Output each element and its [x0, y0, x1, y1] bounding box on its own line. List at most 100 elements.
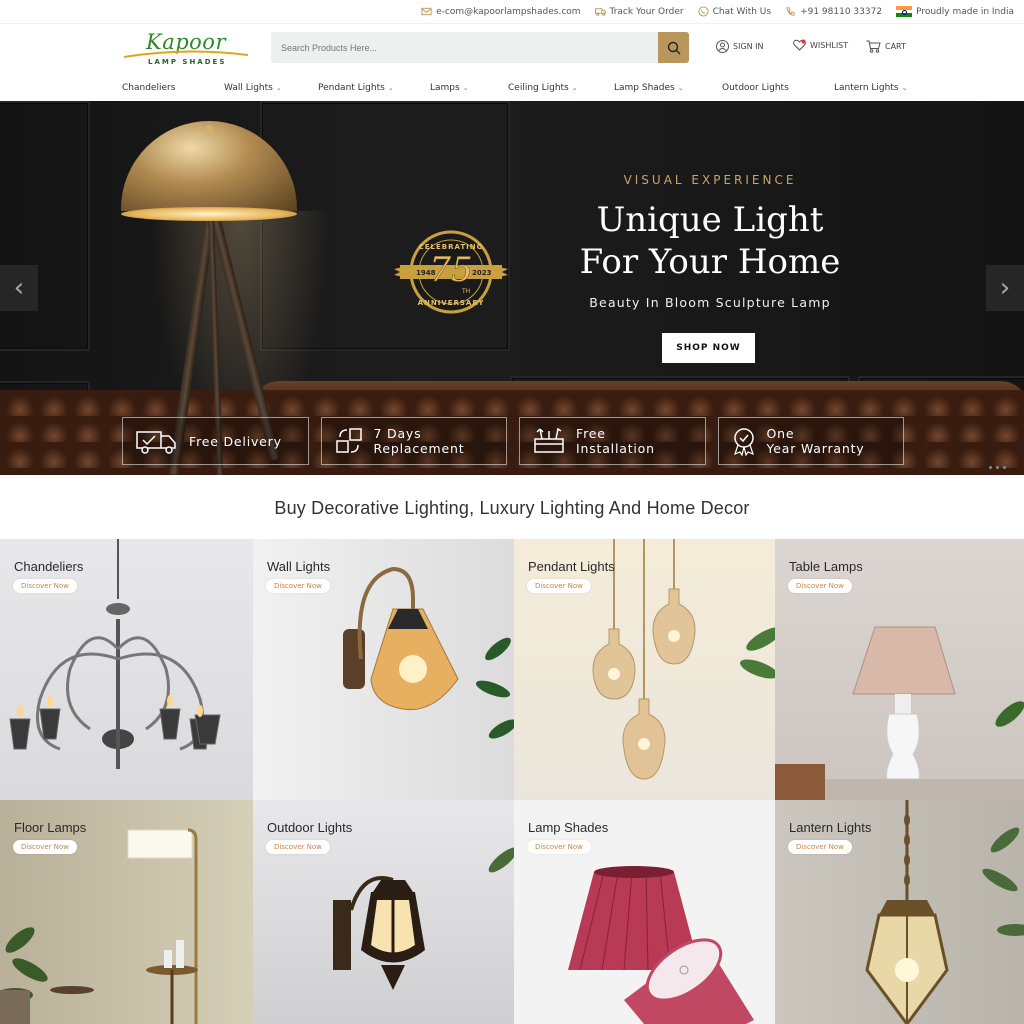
brand-logo[interactable]: Kapoor LAMP SHADES: [122, 30, 250, 68]
category-name: Floor Lamps: [14, 820, 87, 835]
email-link[interactable]: e-com@kapoorlampshades.com: [421, 6, 581, 17]
nav-item-chandeliers[interactable]: Chandeliers: [122, 83, 175, 93]
badge-suffix: TH: [461, 288, 470, 295]
search-button[interactable]: [658, 32, 689, 63]
signin-label: SIGN IN: [733, 42, 764, 51]
truck-small-icon: [594, 8, 606, 16]
hero-title: Unique Light For Your Home: [560, 199, 860, 283]
category-card-table-lamps[interactable]: Table Lamps Discover Now: [775, 539, 1024, 800]
nav-label: Lamps: [430, 83, 460, 93]
feature-line1: 7 Days: [373, 426, 422, 441]
feature-text: Free Installation: [576, 426, 655, 456]
wishlist-label: WISHLIST: [810, 40, 849, 50]
chevron-down-icon: ⌄: [462, 84, 469, 92]
nav-item-lantern-lights[interactable]: Lantern Lights ⌄: [834, 83, 907, 93]
category-card-floor-lamps[interactable]: Floor Lamps Discover Now: [0, 800, 253, 1024]
slider-prev-button[interactable]: ‹: [0, 265, 38, 311]
wishlist-button[interactable]: WISHLIST: [793, 39, 848, 51]
lamp-shade-rim: [121, 207, 297, 221]
hero-banner: 75 1948 2023 TH CELEBRATING ANNIVERSARY …: [0, 101, 1024, 475]
search-input[interactable]: [271, 42, 651, 53]
slider-dot[interactable]: [1003, 466, 1006, 469]
hero-title-line2: For Your Home: [579, 242, 841, 282]
whatsapp-icon: [698, 6, 709, 17]
chevron-left-icon: ‹: [13, 273, 25, 303]
nav-label: Outdoor Lights: [722, 83, 789, 93]
slider-next-button[interactable]: ›: [986, 265, 1024, 311]
signin-button[interactable]: SIGN IN: [716, 40, 764, 53]
chevron-down-icon: ⌄: [571, 84, 578, 92]
cart-label: CART: [885, 42, 906, 51]
slider-dot[interactable]: [989, 466, 992, 469]
hero-copy: VISUAL EXPERIENCE Unique Light For Your …: [560, 173, 860, 310]
discover-now-button[interactable]: Discover Now: [13, 579, 77, 593]
feature-line2: Replacement: [373, 441, 465, 456]
feature-line1: One: [766, 426, 795, 441]
discover-now-button[interactable]: Discover Now: [788, 840, 852, 854]
main-nav: Chandeliers Wall Lights ⌄ Pendant Lights ⌄…: [0, 78, 1024, 100]
category-card-pendant-lights[interactable]: Pendant Lights Discover Now: [514, 539, 775, 800]
feature-line1: Free: [576, 426, 606, 441]
phone-icon: [786, 7, 795, 16]
warranty-icon: [733, 428, 754, 456]
nav-item-lamp-shades[interactable]: Lamp Shades ⌄: [614, 83, 684, 93]
anniversary-badge-icon: 75 1948 2023 TH CELEBRATING ANNIVERSARY: [394, 230, 508, 314]
category-name: Outdoor Lights: [267, 820, 353, 835]
hero-subtitle: Beauty In Bloom Sculpture Lamp: [589, 295, 831, 310]
discover-now-button[interactable]: Discover Now: [13, 840, 77, 854]
feature-strip: Free Delivery 7 Days Replacement Free Inst…: [122, 417, 904, 465]
search-bar: [271, 32, 689, 63]
nav-label: Lamp Shades: [614, 83, 675, 93]
nav-label: Pendant Lights: [318, 83, 385, 93]
discover-now-button[interactable]: Discover Now: [266, 579, 330, 593]
nav-item-outdoor-lights[interactable]: Outdoor Lights: [722, 83, 789, 93]
cart-icon: [866, 40, 881, 53]
nav-label: Wall Lights: [224, 83, 273, 93]
feature-text: 7 Days Replacement: [374, 426, 465, 456]
nav-item-ceiling-lights[interactable]: Ceiling Lights ⌄: [508, 83, 578, 93]
nav-item-pendant-lights[interactable]: Pendant Lights ⌄: [318, 83, 394, 93]
feature-text: Free Delivery: [189, 434, 282, 449]
slider-dots: [989, 466, 1006, 469]
feature-replacement: 7 Days Replacement: [320, 417, 507, 465]
brand-subtitle: LAMP SHADES: [148, 58, 227, 66]
wall-panel: [0, 101, 90, 351]
badge-top-text: CELEBRATING: [419, 243, 484, 251]
heart-icon: [793, 39, 806, 51]
mail-icon: [421, 7, 432, 16]
search-icon: [667, 41, 680, 54]
category-name: Lantern Lights: [789, 820, 872, 835]
track-order-link[interactable]: Track Your Order: [594, 6, 684, 17]
truck-icon: [136, 431, 176, 454]
track-order-text: Track Your Order: [609, 6, 684, 17]
discover-now-button[interactable]: Discover Now: [527, 840, 591, 854]
tools-icon: [534, 427, 564, 453]
nav-label: Lantern Lights: [834, 83, 899, 93]
top-info-bar: e-com@kapoorlampshades.com Track Your Or…: [0, 0, 1024, 24]
discover-now-button[interactable]: Discover Now: [527, 579, 591, 593]
discover-now-button[interactable]: Discover Now: [266, 840, 330, 854]
email-text: e-com@kapoorlampshades.com: [436, 6, 581, 17]
category-card-lantern-lights[interactable]: Lantern Lights Discover Now: [775, 800, 1024, 1024]
chat-link[interactable]: Chat With Us: [698, 6, 771, 17]
category-name: Wall Lights: [267, 559, 331, 574]
nav-item-lamps[interactable]: Lamps ⌄: [430, 83, 469, 93]
shop-now-button[interactable]: SHOP NOW: [662, 333, 755, 363]
feature-installation: Free Installation: [519, 417, 706, 465]
category-card-lamp-shades[interactable]: Lamp Shades Discover Now: [514, 800, 775, 1024]
feature-free-delivery: Free Delivery: [122, 417, 309, 465]
category-name: Lamp Shades: [528, 820, 609, 835]
discover-now-button[interactable]: Discover Now: [788, 579, 852, 593]
slider-dot[interactable]: [996, 466, 999, 469]
category-card-chandeliers[interactable]: Chandeliers Discover Now: [0, 539, 253, 800]
feature-line2: Year Warranty: [766, 441, 865, 456]
nav-item-wall-lights[interactable]: Wall Lights ⌄: [224, 83, 282, 93]
category-card-outdoor-lights[interactable]: Outdoor Lights Discover Now: [253, 800, 514, 1024]
category-card-wall-lights[interactable]: Wall Lights Discover Now: [253, 539, 514, 800]
cart-button[interactable]: CART: [866, 40, 906, 53]
phone-link[interactable]: +91 98110 33372: [785, 6, 882, 17]
nav-label: Chandeliers: [122, 83, 176, 93]
feature-warranty: One Year Warranty: [717, 417, 904, 465]
replace-icon: [335, 428, 362, 453]
category-grid: Chandeliers Discover Now Wall Lights Dis…: [0, 539, 1024, 1024]
